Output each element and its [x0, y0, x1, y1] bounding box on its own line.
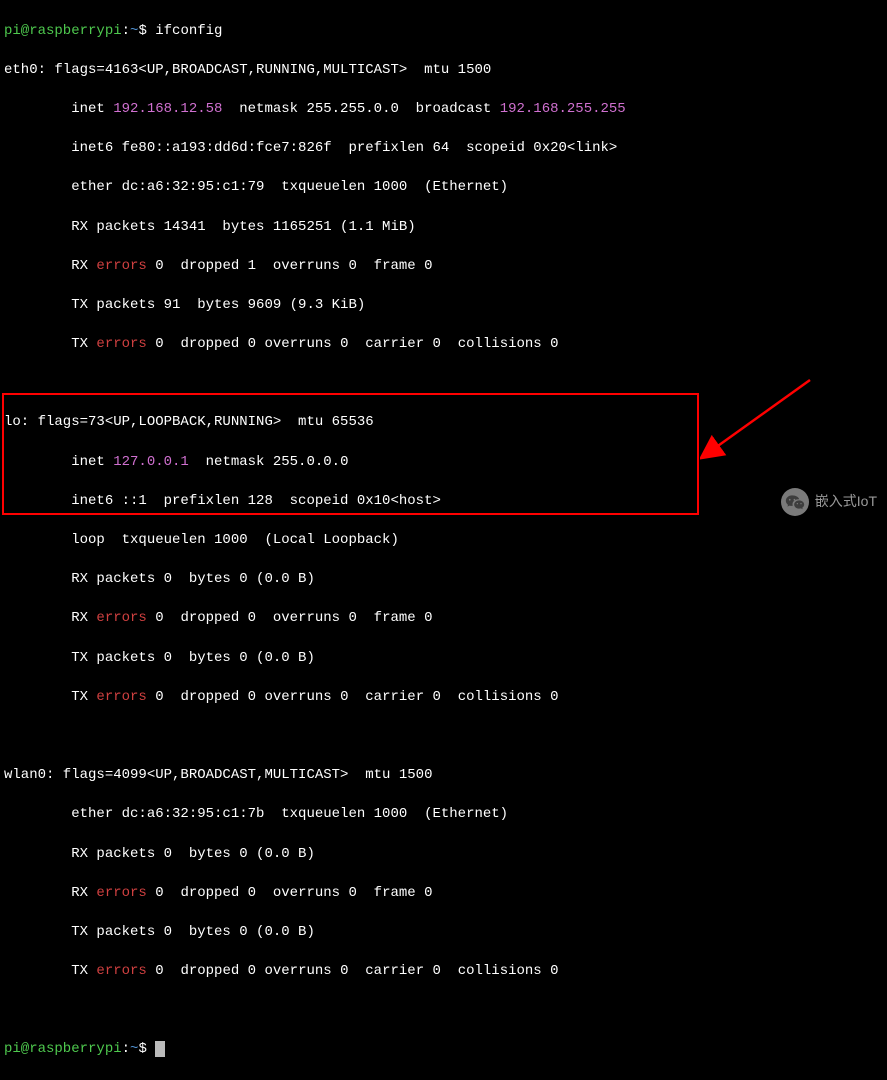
lo-header: lo: flags=73<UP,LOOPBACK,RUNNING> mtu 65… — [4, 413, 883, 433]
eth0-inet: inet 192.168.12.58 netmask 255.255.0.0 b… — [4, 100, 883, 120]
lo-inet6: inet6 ::1 prefixlen 128 scopeid 0x10<hos… — [4, 492, 883, 512]
lo-rx-errors: RX errors 0 dropped 0 overruns 0 frame 0 — [4, 609, 883, 629]
eth0-rx-packets: RX packets 14341 bytes 1165251 (1.1 MiB) — [4, 218, 883, 238]
watermark: 嵌入式IoT — [781, 488, 877, 516]
prompt-user: pi@raspberrypi — [4, 1041, 122, 1057]
eth0-ether: ether dc:a6:32:95:c1:79 txqueuelen 1000 … — [4, 178, 883, 198]
lo-tx-packets: TX packets 0 bytes 0 (0.0 B) — [4, 649, 883, 669]
wlan0-rx-packets: RX packets 0 bytes 0 (0.0 B) — [4, 845, 883, 865]
eth0-inet6: inet6 fe80::a193:dd6d:fce7:826f prefixle… — [4, 139, 883, 159]
wlan0-rx-errors: RX errors 0 dropped 0 overruns 0 frame 0 — [4, 884, 883, 904]
eth0-header: eth0: flags=4163<UP,BROADCAST,RUNNING,MU… — [4, 61, 883, 81]
lo-rx-packets: RX packets 0 bytes 0 (0.0 B) — [4, 570, 883, 590]
blank-line — [4, 374, 883, 394]
eth0-tx-packets: TX packets 91 bytes 9609 (9.3 KiB) — [4, 296, 883, 316]
lo-ip: 127.0.0.1 — [113, 454, 189, 470]
lo-inet: inet 127.0.0.1 netmask 255.0.0.0 — [4, 453, 883, 473]
eth0-broadcast: 192.168.255.255 — [500, 101, 626, 117]
eth0-tx-errors: TX errors 0 dropped 0 overruns 0 carrier… — [4, 335, 883, 355]
wechat-icon — [781, 488, 809, 516]
eth0-rx-errors: RX errors 0 dropped 1 overruns 0 frame 0 — [4, 257, 883, 277]
wlan0-ether: ether dc:a6:32:95:c1:7b txqueuelen 1000 … — [4, 805, 883, 825]
wlan0-tx-errors: TX errors 0 dropped 0 overruns 0 carrier… — [4, 962, 883, 982]
wlan0-header: wlan0: flags=4099<UP,BROADCAST,MULTICAST… — [4, 766, 883, 786]
lo-tx-errors: TX errors 0 dropped 0 overruns 0 carrier… — [4, 688, 883, 708]
command-text: ifconfig — [147, 23, 223, 39]
prompt-line-2[interactable]: pi@raspberrypi:~$ — [4, 1040, 883, 1060]
cursor-icon — [155, 1041, 165, 1057]
prompt-user: pi@raspberrypi — [4, 23, 122, 39]
watermark-text: 嵌入式IoT — [815, 492, 877, 512]
prompt-line-1[interactable]: pi@raspberrypi:~$ ifconfig — [4, 22, 883, 42]
eth0-ip: 192.168.12.58 — [113, 101, 222, 117]
wlan0-tx-packets: TX packets 0 bytes 0 (0.0 B) — [4, 923, 883, 943]
blank-line — [4, 1001, 883, 1021]
blank-line — [4, 727, 883, 747]
